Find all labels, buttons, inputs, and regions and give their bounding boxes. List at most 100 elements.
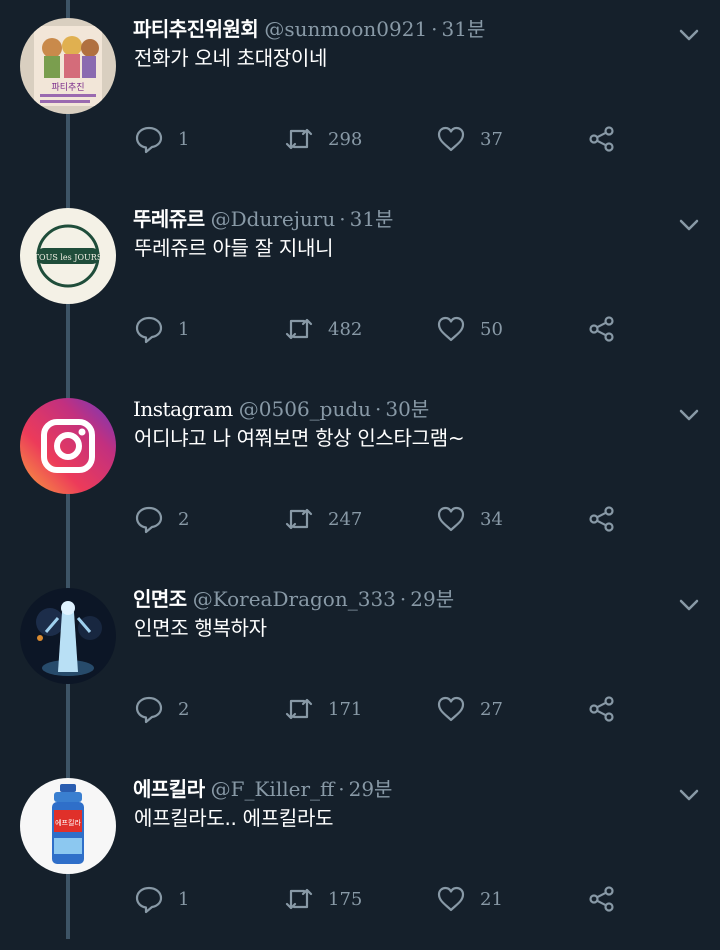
tweet-text: 에프킬라도.. 에프킬라도: [134, 806, 334, 830]
separator: ·: [339, 207, 346, 231]
heart-icon: [437, 506, 465, 532]
retweet-button[interactable]: 175: [284, 884, 362, 914]
reply-button[interactable]: 1: [134, 314, 189, 344]
spray-can-avatar: 에프킬라: [20, 778, 116, 874]
avatar[interactable]: [20, 398, 116, 494]
chevron-down-icon[interactable]: [676, 592, 702, 618]
retweet-button[interactable]: 171: [284, 694, 362, 724]
share-button[interactable]: [586, 504, 616, 534]
reply-button[interactable]: 1: [134, 124, 189, 154]
user-handle[interactable]: @KoreaDragon_333: [193, 587, 396, 611]
timestamp[interactable]: 29분: [410, 583, 454, 612]
retweet-arrows-icon: [285, 128, 313, 150]
display-name[interactable]: 에프킬라: [133, 773, 205, 802]
separator: ·: [431, 17, 438, 41]
glowing-figure-avatar: [20, 588, 116, 684]
retweet-count: 247: [328, 508, 363, 530]
tweet[interactable]: TOUS les JOURS 뚜레쥬르 @Ddurejuru · 31분 뚜레쥬…: [0, 190, 720, 380]
like-button[interactable]: 21: [436, 884, 503, 914]
like-count: 34: [480, 508, 503, 530]
chevron-down-icon[interactable]: [676, 212, 702, 238]
share-button[interactable]: [586, 314, 616, 344]
speech-bubble-icon: [135, 886, 163, 914]
share-button[interactable]: [586, 884, 616, 914]
share-button[interactable]: [586, 694, 616, 724]
retweet-button[interactable]: 482: [284, 314, 362, 344]
avatar[interactable]: TOUS les JOURS: [20, 208, 116, 304]
user-handle[interactable]: @sunmoon0921: [264, 17, 427, 41]
timestamp[interactable]: 30분: [385, 393, 429, 422]
user-handle[interactable]: @Ddurejuru: [211, 207, 336, 231]
logo-text: TOUS les JOURS: [34, 253, 103, 262]
tweet[interactable]: 인면조 @KoreaDragon_333 · 29분 인면조 행복하자 2 17…: [0, 570, 720, 760]
tweet[interactable]: 파티추진 파티추진위원회 @sunmoon0921 · 31분 전화가 오네 초…: [0, 0, 720, 190]
retweet-button[interactable]: 247: [284, 504, 362, 534]
retweet-arrows-icon: [285, 698, 313, 720]
retweet-arrows-icon: [285, 888, 313, 910]
tweet-text: 어디냐고 나 여쭤보면 항상 인스타그램~: [134, 426, 465, 450]
share-button[interactable]: [586, 124, 616, 154]
share-nodes-icon: [589, 126, 614, 152]
tweet[interactable]: Instagram @0506_pudu · 30분 어디냐고 나 여쭤보면 항…: [0, 380, 720, 570]
separator: ·: [338, 777, 345, 801]
retweet-arrows-icon: [285, 318, 313, 340]
timestamp[interactable]: 31분: [350, 203, 394, 232]
share-nodes-icon: [589, 696, 614, 722]
can-label: 에프킬라: [55, 818, 81, 827]
speech-bubble-icon: [135, 506, 163, 534]
reply-count: 1: [178, 318, 190, 340]
retweet-count: 175: [328, 888, 363, 910]
reply-count: 1: [178, 128, 190, 150]
reply-button[interactable]: 2: [134, 504, 189, 534]
instagram-logo-avatar: [20, 398, 116, 494]
like-count: 21: [480, 888, 503, 910]
speech-bubble-icon: [135, 696, 163, 724]
reply-count: 1: [178, 888, 190, 910]
separator: ·: [399, 587, 407, 611]
avatar[interactable]: [20, 588, 116, 684]
speech-bubble-icon: [135, 126, 163, 154]
display-name[interactable]: 파티추진위원회: [133, 13, 259, 42]
retweet-button[interactable]: 298: [284, 124, 362, 154]
share-nodes-icon: [589, 886, 614, 912]
reply-count: 2: [178, 698, 190, 720]
speech-bubble-icon: [135, 316, 163, 344]
like-button[interactable]: 27: [436, 694, 503, 724]
tweet-text: 뚜레쥬르 아들 잘 지내니: [134, 236, 334, 260]
chevron-down-icon[interactable]: [676, 402, 702, 428]
flyer-text: 파티추진: [51, 82, 84, 93]
display-name[interactable]: 인면조: [133, 583, 187, 612]
like-button[interactable]: 37: [436, 124, 503, 154]
share-nodes-icon: [589, 316, 614, 342]
separator: ·: [375, 397, 382, 421]
avatar[interactable]: 에프킬라: [20, 778, 116, 874]
retweet-arrows-icon: [285, 508, 313, 530]
retweet-count: 482: [328, 318, 363, 340]
chevron-down-icon[interactable]: [676, 782, 702, 808]
reply-button[interactable]: 1: [134, 884, 189, 914]
heart-icon: [437, 316, 465, 342]
chevron-down-icon[interactable]: [676, 22, 702, 48]
share-nodes-icon: [589, 506, 614, 532]
user-handle[interactable]: @F_Killer_ff: [211, 777, 335, 801]
tweet-text: 전화가 오네 초대장이네: [134, 46, 328, 70]
retweet-count: 298: [328, 128, 363, 150]
like-count: 50: [480, 318, 503, 340]
display-name[interactable]: Instagram: [133, 397, 233, 421]
like-count: 27: [480, 698, 503, 720]
heart-icon: [437, 886, 465, 912]
tweet-text: 인면조 행복하자: [134, 616, 267, 640]
avatar[interactable]: 파티추진: [20, 18, 116, 114]
timestamp[interactable]: 31분: [442, 13, 486, 42]
reply-button[interactable]: 2: [134, 694, 189, 724]
tous-les-jours-logo-avatar: TOUS les JOURS: [20, 208, 116, 304]
heart-icon: [437, 696, 465, 722]
like-count: 37: [480, 128, 503, 150]
like-button[interactable]: 34: [436, 504, 503, 534]
tweet[interactable]: 에프킬라 에프킬라 @F_Killer_ff · 29분 에프킬라도.. 에프킬…: [0, 760, 720, 950]
like-button[interactable]: 50: [436, 314, 503, 344]
timestamp[interactable]: 29분: [349, 773, 393, 802]
user-handle[interactable]: @0506_pudu: [239, 397, 371, 421]
party-flyer-avatar: 파티추진: [20, 18, 116, 114]
display-name[interactable]: 뚜레쥬르: [133, 203, 205, 232]
